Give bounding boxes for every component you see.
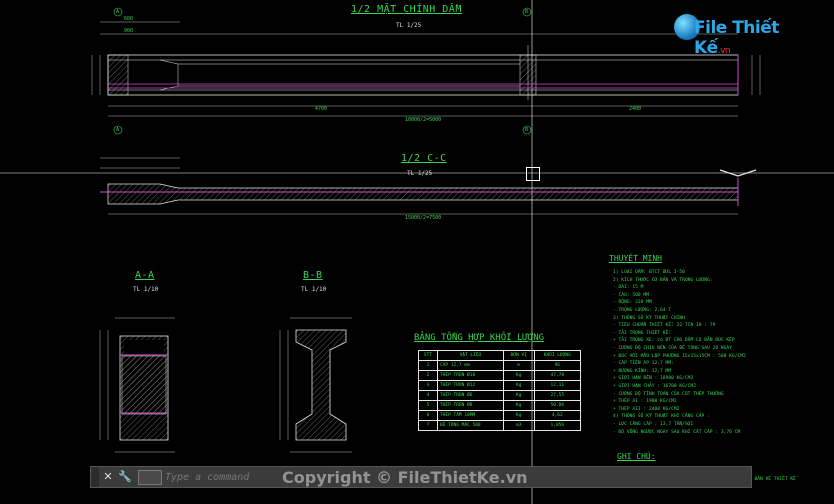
label-b-top: B <box>525 9 529 15</box>
note-line: + ĐƯỜNG KÍNH: 12,7 MM <box>613 368 672 374</box>
note-line: + GIỚI HẠN CHẢY : 16700 KG/CM2 <box>613 384 696 389</box>
table-cell: Kg <box>502 400 535 411</box>
note-line: - TIÊU CHUẨN THIẾT KẾ: 22 TCN 18 : 79 <box>613 323 716 329</box>
table-cell: 1 <box>418 360 438 371</box>
table-cell: 27,55 <box>533 390 582 401</box>
note-line: + ĐÚC VỚI MẪU LẬP PHƯƠNG 15x15x15CM : 50… <box>613 353 746 359</box>
table-cell: 47,78 <box>533 370 582 381</box>
table-cell: Kg <box>502 380 535 391</box>
note-line: - CƯỜNG ĐỘ TÍNH TOÁN CỦA CỐT THÉP THƯỜNG <box>613 391 724 397</box>
table-title: BẢNG TỔNG HỢP KHỐI LƯỢNG <box>414 333 545 343</box>
table-cell: THÉP TRÒN Ø10 <box>436 370 504 381</box>
table-cell: THÉP TRÒN Ø6 <box>436 390 504 401</box>
label-a-bottom: A <box>116 127 120 133</box>
table-cell: 96 <box>533 360 582 371</box>
note-line: - LỰC CĂNG CÁP : 13,7 TẤN/SỢI <box>613 422 694 427</box>
beam-section-cc-view <box>100 157 757 215</box>
section-aa <box>99 317 175 453</box>
table-cell: 6 <box>418 410 438 421</box>
note-line: - TRỌNG LƯỢNG: 2,64 T <box>613 308 672 313</box>
table-cell: m3 <box>502 420 535 431</box>
dim-4700: 4700 <box>315 106 328 112</box>
table-cell: THÉP TẤM 10MM <box>436 410 504 421</box>
drag-grip-icon[interactable] <box>91 467 99 487</box>
dim-total-section: 15000/2=7500 <box>405 215 442 221</box>
note-line: 4) THÔNG SỐ KỸ THUẬT KHI CĂNG CÁP : <box>613 414 710 420</box>
table-row: 6 THÉP TẤM 10MM Kg 4,62 <box>418 410 582 421</box>
title-elevation: 1/2 MẶT CHÍNH DẦM <box>351 4 462 15</box>
scale-section-aa: TL 1/10 <box>133 286 159 293</box>
quantity-table: STT VẬT LIỆU ĐƠN VỊ KHỐI LƯỢNG 1 CÁP 12,7… <box>418 350 582 431</box>
scale-section-bb: TL 1/10 <box>301 286 327 293</box>
site-logo: File Thiết Kế.vn <box>672 12 812 58</box>
title-section-cc: 1/2 C-C <box>401 153 447 164</box>
table-cell: Kg <box>502 410 535 421</box>
dim-600-top: 600 <box>124 16 134 22</box>
table-cell: 50,86 <box>533 400 582 411</box>
close-icon[interactable]: ✕ <box>101 469 115 485</box>
note-line: 1) LOẠI DẦM: BTCT DƯL I-50 <box>613 270 685 275</box>
table-cell: Kg <box>502 390 535 401</box>
note-line: - CƯỜNG ĐỘ CHỊU NÉN CỦA BÊ TÔNG SAU 28 N… <box>613 346 732 351</box>
command-history-button[interactable] <box>138 470 162 485</box>
table-header-row: STT VẬT LIỆU ĐƠN VỊ KHỐI LƯỢNG <box>418 350 582 361</box>
copyright-watermark: Copyright © FileThietKe.vn <box>282 468 528 487</box>
note-line: + THÉP AI : 1900 KG/CM2 <box>613 399 677 405</box>
table-cell: THÉP TRÒN Ø12 <box>436 380 504 391</box>
label-a-top: A <box>116 9 120 15</box>
table-cell: 4 <box>418 390 438 401</box>
note-line: 3) THÔNG SỐ KỸ THUẬT CHÍNH <box>613 315 685 321</box>
label-b-bottom: B <box>525 127 529 133</box>
table-row: 5 THÉP TRÒN Ø8 Kg 50,86 <box>418 400 582 411</box>
scale-elevation: TL 1/25 <box>396 22 422 29</box>
dim-900-top: 900 <box>124 28 134 34</box>
note-line: + TẢI TRỌNG XE: có BT CHO DẦM CÓ BẢN ĐÚC… <box>613 338 735 344</box>
table-cell: CÁP 12,7 mm <box>436 360 504 371</box>
table-cell: BÊ TÔNG MÁC 500 <box>436 420 504 431</box>
notes-title: THUYẾT MINH <box>609 254 662 263</box>
note-line: - CÁP TIỀN ÁP 12,7 MM: <box>613 361 674 367</box>
dim-total-plan: 10000/2=5000 <box>405 117 442 123</box>
section-bb <box>279 317 352 453</box>
dim-2400: 2400 <box>629 106 642 112</box>
table-header: ĐƠN VỊ <box>502 350 535 361</box>
table-cell: THÉP TRÒN Ø8 <box>436 400 504 411</box>
table-cell: 3 <box>418 380 438 391</box>
table-header: KHỐI LƯỢNG <box>533 350 582 361</box>
ghichu-title: GHI CHÚ: <box>617 452 656 461</box>
table-cell: 5 <box>418 400 438 411</box>
customize-wrench-icon[interactable]: 🔧 <box>118 469 132 485</box>
table-cell: 12,11 <box>533 380 582 391</box>
beam-elevation-view <box>91 7 761 135</box>
table-cell: m <box>502 360 535 371</box>
table-row: 7 BÊ TÔNG MÁC 500 m3 1,056 <box>418 420 582 431</box>
note-line: + THÉP AII : 2400 KG/CM2 <box>613 406 680 412</box>
table-cell: 7 <box>418 420 438 431</box>
scale-section-cc: TL 1/25 <box>407 170 433 177</box>
note-line: - ĐỘ VÕNG NGƯỢC NGAY SAU KHI CẮT CÁP : 3… <box>613 429 741 435</box>
table-cell: Kg <box>502 370 535 381</box>
table-row: 3 THÉP TRÒN Ø12 Kg 12,11 <box>418 380 582 391</box>
note-line: - TẢI TRỌNG THIẾT KẾ: <box>613 330 672 336</box>
note-line: - DÀI: 15 M <box>613 285 644 291</box>
logo-text: File Thiết Kế.vn <box>694 18 779 58</box>
cursor-pickbox <box>526 167 540 181</box>
table-cell: 2 <box>418 370 438 381</box>
note-line: - RỘNG: 220 MM <box>613 300 652 306</box>
note-line: 2) KÍCH THƯỚC CƠ BẢN VÀ TRỌNG LƯỢNG: <box>613 277 713 283</box>
table-header: VẬT LIỆU <box>436 350 504 361</box>
table-row: 1 CÁP 12,7 mm m 96 <box>418 360 582 371</box>
note-line: - CAO: 500 MM <box>613 292 649 298</box>
drawing-canvas[interactable] <box>0 0 834 504</box>
table-cell: 4,62 <box>533 410 582 421</box>
table-header: STT <box>418 350 438 361</box>
table-cell: 1,056 <box>533 420 582 431</box>
note-line: + GIỚI HẠN BỀN : 18900 KG/CM2 <box>613 376 694 382</box>
table-row: 2 THÉP TRÒN Ø10 Kg 47,78 <box>418 370 582 381</box>
table-row: 4 THÉP TRÒN Ø6 Kg 27,55 <box>418 390 582 401</box>
title-section-bb: B-B <box>303 270 323 281</box>
title-section-aa: A-A <box>135 270 155 281</box>
